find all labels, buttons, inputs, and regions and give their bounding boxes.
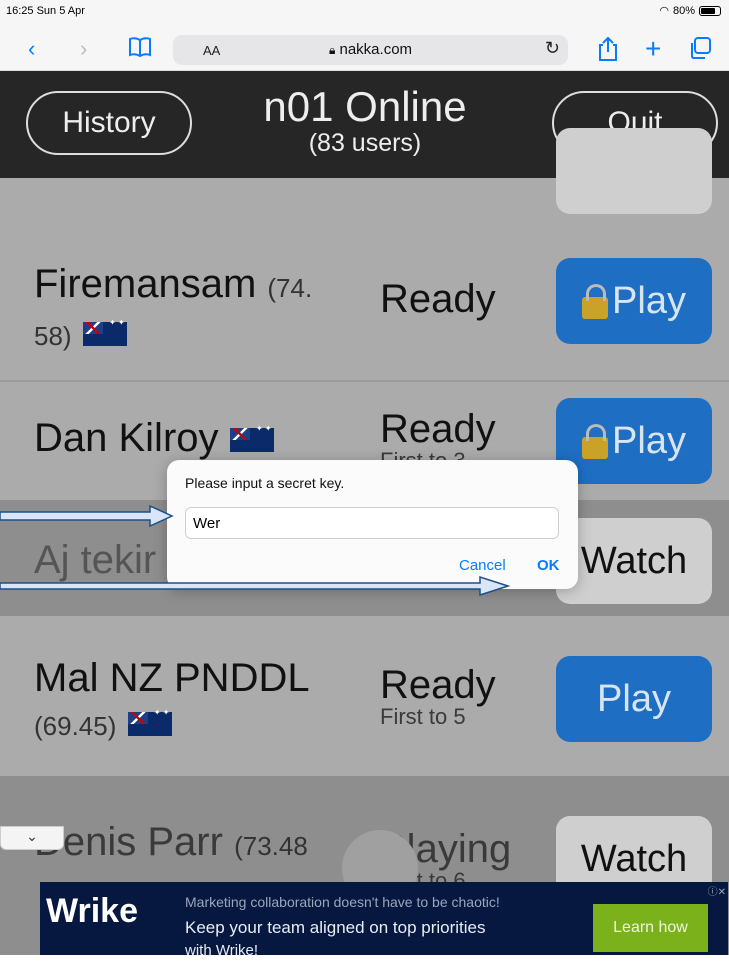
list-item: Firemansam (74. 58) Ready Play bbox=[0, 220, 729, 380]
arrow-to-ok-icon bbox=[0, 575, 511, 597]
lock-icon bbox=[582, 284, 609, 319]
ad-line1: Marketing collaboration doesn't have to … bbox=[185, 894, 500, 910]
match-format: First to 5 bbox=[380, 704, 466, 729]
reload-icon[interactable]: ↻ bbox=[545, 38, 560, 59]
tabs-icon[interactable] bbox=[688, 36, 712, 66]
player-name: Dan Kilroy bbox=[34, 407, 274, 460]
status-bar: 16:25 Sun 5 Apr ◠ 80% bbox=[0, 0, 729, 30]
wrike-logo: Wrike bbox=[46, 892, 138, 930]
bottom-strip bbox=[0, 955, 729, 962]
arrow-to-input-icon bbox=[0, 504, 174, 528]
play-button[interactable]: Play bbox=[556, 398, 712, 484]
lock-icon bbox=[582, 424, 609, 459]
play-button[interactable]: Play bbox=[556, 258, 712, 344]
screen: 16:25 Sun 5 Apr ◠ 80% ‹ › AA 🔒︎ nakka.co… bbox=[0, 0, 729, 962]
dialog-message: Please input a secret key. bbox=[185, 475, 345, 491]
lock-icon: 🔒︎ bbox=[328, 43, 336, 57]
new-tab-icon[interactable]: + bbox=[645, 35, 661, 63]
battery-icon bbox=[699, 5, 721, 16]
address-url: 🔒︎ nakka.com bbox=[328, 41, 413, 58]
secret-key-input[interactable]: Wer bbox=[185, 507, 559, 539]
ad-close-icon[interactable]: ⓘ✕ bbox=[708, 883, 726, 898]
chevron-down-icon: ⌄ bbox=[26, 828, 38, 844]
status-right: ◠ 80% bbox=[659, 4, 721, 17]
battery-percent: 80% bbox=[672, 4, 695, 17]
watch-button[interactable]: Watch bbox=[556, 518, 712, 604]
secret-key-dialog: Please input a secret key. Wer Cancel OK bbox=[167, 460, 578, 589]
play-button[interactable]: Play bbox=[556, 656, 712, 742]
ad-banner[interactable]: Wrike Marketing collaboration doesn't ha… bbox=[40, 882, 728, 962]
player-name: Firemansam (74. 58) bbox=[34, 262, 312, 358]
ad-line2: Keep your team aligned on top priorities bbox=[185, 918, 486, 937]
history-button[interactable]: History bbox=[26, 91, 192, 155]
nz-flag-icon bbox=[127, 691, 172, 737]
title-text: n01 Online bbox=[263, 83, 467, 130]
share-icon[interactable] bbox=[597, 36, 619, 68]
list-item-clipped bbox=[0, 128, 729, 220]
row-button-clipped[interactable] bbox=[556, 128, 712, 214]
status-time: 16:25 Sun 5 Apr bbox=[6, 5, 85, 17]
cancel-button[interactable]: Cancel bbox=[459, 557, 506, 574]
au-flag-icon bbox=[229, 407, 274, 453]
nz-flag-icon bbox=[82, 301, 127, 347]
address-bar[interactable]: AA 🔒︎ nakka.com ↻ bbox=[173, 35, 568, 65]
collapse-ad-button[interactable]: ⌄ bbox=[0, 826, 64, 850]
users-count: (83 users) bbox=[308, 129, 422, 157]
list-item: Mal NZ PNDDL (69.45) ReadyFirst to 5 Pla… bbox=[0, 616, 729, 776]
browser-toolbar: ‹ › AA 🔒︎ nakka.com ↻ + bbox=[0, 30, 729, 71]
forward-icon[interactable]: › bbox=[80, 36, 87, 62]
player-status: Ready First to 5 bbox=[380, 663, 496, 729]
wifi-icon: ◠ bbox=[659, 5, 669, 17]
player-status: Ready bbox=[380, 277, 496, 321]
player-name: Mal NZ PNDDL (69.45) bbox=[34, 656, 310, 748]
app-title: n01 Online (83 users) bbox=[230, 83, 500, 158]
bookmarks-icon[interactable] bbox=[128, 36, 152, 65]
player-name: Denis Parr (73.48 bbox=[34, 820, 308, 864]
learn-how-button[interactable]: Learn how bbox=[593, 904, 708, 952]
back-icon[interactable]: ‹ bbox=[28, 36, 35, 62]
ok-button[interactable]: OK bbox=[537, 557, 560, 574]
